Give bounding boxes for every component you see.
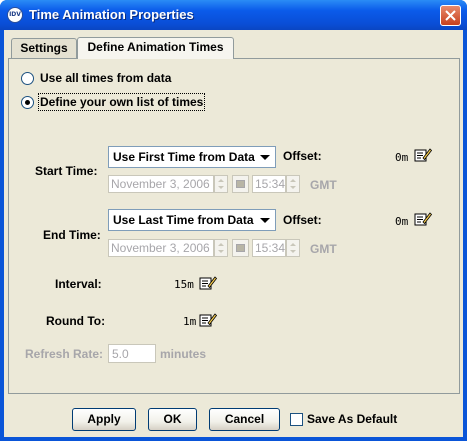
- start-time-combo-value: Use First Time from Data: [113, 150, 255, 164]
- end-time-label: End Time:: [43, 228, 101, 242]
- start-offset-value: 0m: [395, 151, 409, 164]
- dialog-window: IDV Time Animation Properties Settings D…: [0, 0, 467, 441]
- end-offset-value: 0m: [395, 215, 409, 228]
- end-time-combo[interactable]: Use Last Time from Data: [108, 209, 276, 231]
- tab-settings[interactable]: Settings: [11, 38, 77, 58]
- apply-button[interactable]: Apply: [72, 408, 136, 431]
- save-as-default-checkbox[interactable]: [290, 413, 303, 426]
- dialog-body: Settings Define Animation Times Use all …: [4, 30, 463, 437]
- end-time-value: 15:34: [255, 241, 286, 255]
- start-time-combo[interactable]: Use First Time from Data: [108, 146, 276, 168]
- idv-logo-icon: IDV: [7, 7, 23, 23]
- edit-icon[interactable]: [199, 312, 217, 328]
- title-bar[interactable]: IDV Time Animation Properties: [0, 0, 467, 30]
- start-time-value: 15:34: [255, 177, 286, 191]
- refresh-rate-value: 5.0: [112, 347, 129, 361]
- end-date-value: November 3, 2006: [111, 241, 210, 255]
- edit-icon[interactable]: [414, 211, 432, 227]
- start-date-spinner: [214, 175, 228, 193]
- radio-define-own-times[interactable]: [21, 96, 34, 109]
- tab-panel: Use all times from data Define your own …: [8, 58, 460, 394]
- refresh-rate-units: minutes: [160, 347, 207, 361]
- radio-use-all-times-label[interactable]: Use all times from data: [40, 71, 171, 85]
- chevron-down-icon: [260, 155, 270, 160]
- end-time-field: 15:34: [252, 239, 286, 257]
- calendar-icon: [236, 180, 245, 188]
- end-timezone-label: GMT: [310, 242, 337, 256]
- end-calendar-button: [232, 239, 249, 257]
- spinner-up-icon: [218, 243, 224, 246]
- radio-use-all-times[interactable]: [21, 72, 34, 85]
- interval-label: Interval:: [55, 277, 102, 291]
- start-offset-label: Offset:: [283, 149, 322, 163]
- start-timezone-label: GMT: [310, 178, 337, 192]
- end-time-spinner: [286, 239, 300, 257]
- start-time-label: Start Time:: [35, 164, 98, 178]
- window-title: Time Animation Properties: [29, 7, 194, 22]
- edit-icon[interactable]: [414, 147, 432, 163]
- spinner-down-icon: [290, 186, 296, 189]
- end-date-spinner: [214, 239, 228, 257]
- spinner-up-icon: [218, 179, 224, 182]
- save-as-default-label[interactable]: Save As Default: [307, 412, 397, 426]
- radio-define-own-times-label[interactable]: Define your own list of times: [37, 93, 206, 111]
- end-date-field: November 3, 2006: [108, 239, 214, 257]
- start-date-value: November 3, 2006: [111, 177, 210, 191]
- end-offset-label: Offset:: [283, 213, 322, 227]
- start-date-field: November 3, 2006: [108, 175, 214, 193]
- spinner-down-icon: [218, 186, 224, 189]
- round-to-label: Round To:: [46, 314, 106, 328]
- spinner-down-icon: [290, 250, 296, 253]
- ok-button[interactable]: OK: [148, 408, 197, 431]
- chevron-down-icon: [260, 218, 270, 223]
- close-icon: [445, 10, 456, 21]
- spinner-up-icon: [290, 179, 296, 182]
- spinner-up-icon: [290, 243, 296, 246]
- interval-value: 15m: [174, 278, 194, 291]
- round-to-value: 1m: [183, 315, 197, 328]
- refresh-rate-input: 5.0: [108, 344, 156, 363]
- refresh-rate-label: Refresh Rate:: [25, 347, 104, 361]
- spinner-down-icon: [218, 250, 224, 253]
- start-calendar-button: [232, 175, 249, 193]
- end-time-combo-value: Use Last Time from Data: [113, 213, 254, 227]
- calendar-icon: [236, 244, 245, 252]
- start-time-field: 15:34: [252, 175, 286, 193]
- edit-icon[interactable]: [199, 275, 217, 291]
- start-time-spinner: [286, 175, 300, 193]
- tab-define-animation-times[interactable]: Define Animation Times: [77, 37, 234, 59]
- cancel-button[interactable]: Cancel: [209, 408, 280, 431]
- close-button[interactable]: [440, 5, 461, 26]
